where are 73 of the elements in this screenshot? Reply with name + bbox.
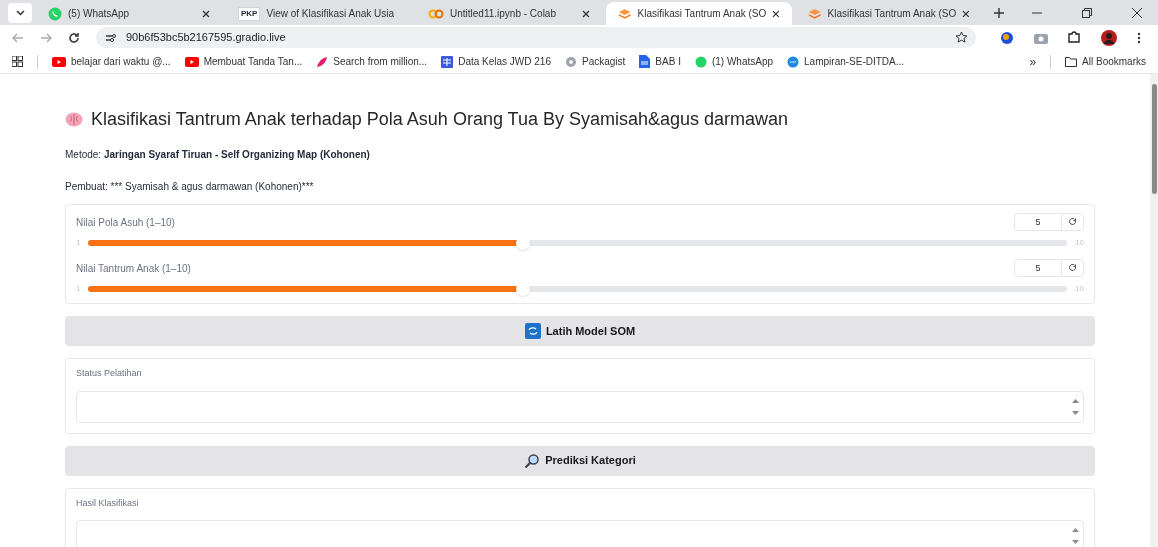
number-field[interactable]: 5 (1014, 213, 1084, 231)
chat-icon (694, 55, 707, 68)
bookmark[interactable]: Data Kelas JWD 216 (441, 54, 551, 69)
tab-title: Untitled11.ipynb - Colab (450, 7, 557, 21)
tab-list-button[interactable] (8, 3, 32, 23)
slider-thumb[interactable] (515, 236, 530, 250)
slider-label: Nilai Pola Asuh (1–10) (76, 215, 175, 230)
bookmark[interactable]: (1) WhatsApp (694, 54, 774, 69)
slider-thumb[interactable] (515, 282, 530, 296)
bookmark[interactable]: BAB I (639, 54, 681, 69)
bookmark[interactable]: Search from million... (316, 54, 428, 69)
reset-icon (1068, 264, 1077, 272)
bookmark[interactable]: Lampiran-SE-DITDA... (787, 54, 905, 69)
scrollbar[interactable] (1150, 74, 1158, 547)
spin-arrows-icon (1072, 396, 1079, 417)
bookmark[interactable]: Membuat Tanda Tan... (184, 54, 303, 69)
refresh-icon (524, 323, 541, 339)
restore-icon[interactable] (1082, 8, 1092, 18)
reset-icon (1068, 218, 1077, 226)
output-label: Status Pelatihan (76, 367, 143, 380)
tab-title: (5) WhatsApp (68, 7, 131, 21)
browser-tab[interactable]: PKP View of Klasifikasi Anak Usia (226, 2, 412, 25)
extension-ball-icon[interactable] (1000, 30, 1014, 45)
puzzle-icon[interactable] (1068, 31, 1081, 44)
close-icon[interactable] (582, 9, 590, 18)
browser-tab[interactable]: (5) WhatsApp (36, 2, 222, 25)
number-field[interactable]: 5 (1014, 259, 1084, 277)
bookmark[interactable]: belajar dari waktu @... (52, 54, 171, 69)
close-icon[interactable] (202, 9, 210, 18)
more-bookmarks-button[interactable]: » (1029, 52, 1037, 71)
bookmark[interactable]: Packagist (565, 54, 626, 69)
chat-icon (48, 6, 62, 21)
tab-title: Klasifikasi Tantrum Anak (SO (827, 7, 957, 21)
play-icon (184, 56, 199, 67)
document-icon (639, 55, 651, 68)
tab-title: View of Klasifikasi Anak Usia (266, 7, 395, 21)
close-icon[interactable] (1132, 8, 1142, 18)
output-label: Hasil Klasifikasi (76, 496, 140, 510)
author-text: Pembuat: *** Syamisah & agus darmawan (Kohonen)*** (65, 180, 315, 194)
new-tab-icon[interactable] (994, 8, 1004, 18)
avatar-icon[interactable] (1101, 29, 1117, 46)
layers-icon (618, 6, 632, 21)
apps-grid-icon[interactable] (12, 56, 23, 67)
pkp-logo: PKP (238, 6, 261, 21)
slider-label: Nilai Tantrum Anak (1–10) (76, 261, 191, 276)
more-icon[interactable] (1137, 31, 1141, 44)
method-text: Metode: Jaringan Syaraf Tiruan - Self Organizing Map (Kohonen) (65, 148, 371, 162)
layers-icon (808, 6, 822, 21)
site-settings-icon[interactable] (104, 31, 118, 44)
leaf-icon (316, 55, 329, 68)
browser-tab[interactable]: Klasifikasi Tantrum Anak (SO (796, 2, 982, 25)
all-bookmarks-button[interactable]: All Bookmarks (1065, 54, 1146, 69)
action-button[interactable]: Prediksi Kategori (65, 445, 1095, 476)
globe-icon (787, 55, 800, 68)
close-icon[interactable] (772, 9, 780, 18)
play-icon (52, 56, 66, 67)
tab-title: Klasifikasi Tantrum Anak (SO (637, 7, 767, 21)
infinity-icon (428, 8, 444, 19)
page-title: Klasifikasi Tantrum Anak terhadap Pola Asuh Orang Tua By Syamisah&agus darmawan (91, 108, 789, 131)
star-icon[interactable] (955, 31, 968, 44)
search-icon (524, 452, 541, 469)
reload-icon[interactable] (68, 31, 80, 44)
chevron-down-icon (15, 10, 25, 16)
browser-tab[interactable]: Klasifikasi Tantrum Anak (SO (606, 2, 792, 25)
action-button[interactable]: Latih Model SOM (65, 316, 1095, 346)
folder-icon (1065, 56, 1078, 67)
brain-icon (65, 112, 83, 127)
url-text: 90b6f53bc5b2167595.gradio.live (126, 30, 287, 46)
close-icon[interactable] (962, 9, 970, 18)
browser-tab[interactable]: Untitled11.ipynb - Colab (416, 2, 602, 25)
spin-arrows-icon (1072, 526, 1079, 546)
table-icon (441, 55, 454, 68)
address-bar[interactable]: 90b6f53bc5b2167595.gradio.live (96, 27, 976, 48)
